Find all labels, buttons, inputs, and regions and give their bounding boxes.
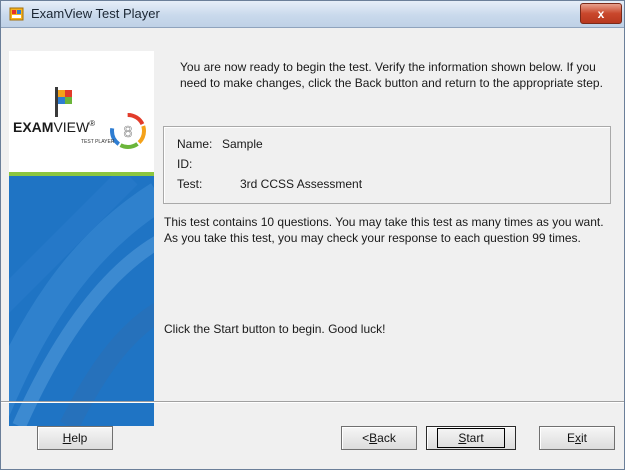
- brand-panel: EXAMVIEW® 8 TEST PLAYER: [9, 51, 154, 426]
- info-value: Sample: [222, 137, 263, 151]
- close-icon: x: [597, 6, 605, 21]
- logo-subtitle: TEST PLAYER: [81, 139, 115, 145]
- info-label: ID:: [177, 157, 193, 171]
- title-bar[interactable]: ExamView Test Player x: [1, 1, 624, 28]
- back-button[interactable]: < Back: [341, 426, 417, 450]
- examview-window: ExamView Test Player x EXAMVIEW® 8 TEST …: [0, 0, 625, 470]
- exit-button[interactable]: Ex it: [539, 426, 615, 450]
- start-button[interactable]: Start: [426, 426, 516, 450]
- examview-logo: EXAMVIEW®: [13, 119, 96, 135]
- start-prompt: Click the Start button to begin. Good lu…: [164, 322, 386, 336]
- window-title: ExamView Test Player: [31, 6, 160, 21]
- info-row-name: Name: Sample: [177, 137, 263, 151]
- button-separator: [1, 401, 624, 403]
- test-description: This test contains 10 questions. You may…: [164, 215, 604, 245]
- close-button[interactable]: x: [580, 3, 622, 24]
- info-value: 3rd CCSS Assessment: [240, 177, 363, 191]
- info-row-test: Test: 3rd CCSS Assessment: [177, 177, 362, 191]
- help-button[interactable]: Help: [37, 426, 113, 450]
- app-icon: [9, 7, 24, 21]
- dialog-client: EXAMVIEW® 8 TEST PLAYER You are now read…: [1, 28, 624, 469]
- svg-text:8: 8: [124, 124, 133, 141]
- info-row-id: ID:: [177, 157, 192, 171]
- brand-blue-panel: [9, 167, 154, 426]
- info-label: Name:: [177, 137, 213, 151]
- logo-ring-icon: 8: [110, 113, 146, 149]
- info-label: Test:: [177, 177, 203, 191]
- brand-swoosh-graphic: [9, 167, 154, 426]
- test-info-box: Name: Sample ID: Test: 3rd CCSS Assessme…: [163, 126, 611, 204]
- intro-text: You are now ready to begin the test. Ver…: [180, 60, 603, 90]
- logo-flag-icon: [55, 87, 72, 117]
